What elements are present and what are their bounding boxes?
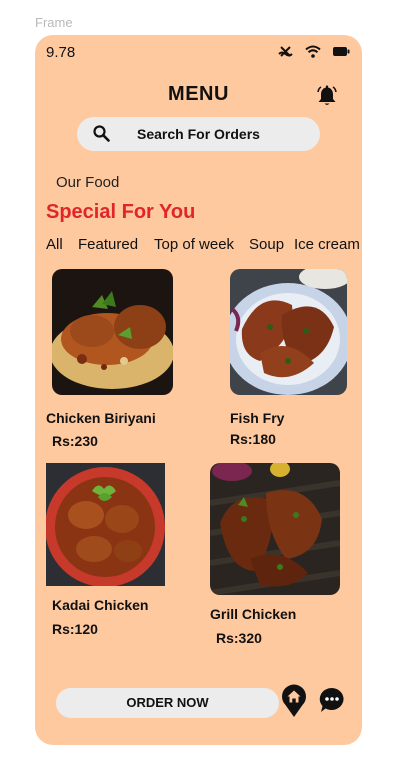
food-price: Rs:180: [230, 431, 276, 447]
wifi-icon: [305, 45, 321, 58]
search-bar[interactable]: Search For Orders: [77, 117, 320, 151]
tab-ice-cream[interactable]: Ice cream: [294, 236, 360, 253]
chat-icon[interactable]: [319, 687, 345, 713]
status-time: 9.78: [46, 44, 76, 61]
food-price: Rs:230: [52, 433, 98, 449]
kadai-chicken-image[interactable]: [46, 463, 165, 586]
no-signal-icon: [278, 45, 293, 58]
bell-icon[interactable]: [316, 85, 338, 107]
food-price: Rs:320: [216, 630, 262, 646]
food-name: Chicken Biriyani: [46, 410, 156, 426]
tab-all[interactable]: All: [46, 236, 63, 253]
tab-top-of-week[interactable]: Top of week: [154, 236, 234, 253]
food-name: Grill Chicken: [210, 606, 297, 622]
phone-screen: 9.78 MENU Search For Orders Our Food Spe…: [35, 35, 362, 745]
home-pin-icon[interactable]: [281, 684, 307, 718]
section-label: Our Food: [56, 174, 120, 191]
status-bar: 9.78: [35, 35, 362, 69]
order-now-button[interactable]: ORDER NOW: [56, 688, 279, 718]
food-name: Kadai Chicken: [52, 597, 149, 613]
frame-label: Frame: [35, 15, 73, 30]
search-icon: [93, 125, 110, 147]
fish-fry-image[interactable]: [230, 269, 347, 395]
tab-featured[interactable]: Featured: [78, 236, 138, 253]
battery-icon: [333, 46, 350, 57]
search-placeholder[interactable]: Search For Orders: [137, 126, 260, 142]
page-title: MENU: [168, 83, 229, 105]
grill-chicken-image[interactable]: [210, 463, 340, 595]
tab-soup[interactable]: Soup: [249, 236, 284, 253]
section-heading: Special For You: [46, 201, 196, 223]
food-price: Rs:120: [52, 621, 98, 637]
chicken-biriyani-image[interactable]: [52, 269, 173, 395]
food-name: Fish Fry: [230, 410, 285, 426]
